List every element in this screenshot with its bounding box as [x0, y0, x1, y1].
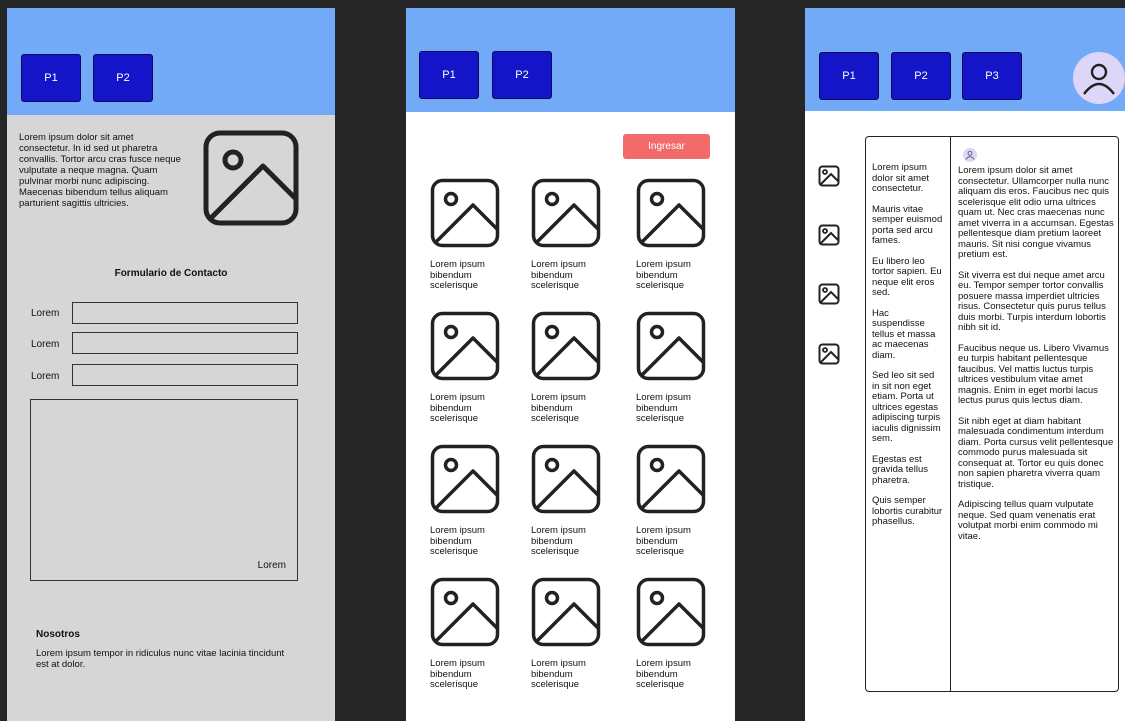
gallery-card[interactable]: Lorem ipsum bibendum scelerisque — [430, 577, 510, 691]
author-avatar — [963, 148, 977, 162]
header-bar: P1 P2 — [7, 8, 335, 115]
screen-article: P1 P2 P3 Lorem ipsum dolor sit amet cons… — [805, 8, 1125, 721]
paragraph: Egestas est gravida tellus pharetra. — [872, 453, 928, 486]
gallery-card[interactable]: Lorem ipsum bibendum scelerisque — [430, 311, 510, 425]
screen-contact: P1 P2 Lorem ipsum dolor sit amet consect… — [7, 8, 335, 721]
card-caption: Lorem ipsum bibendum scelerisque — [636, 392, 691, 424]
paragraph: Lorem ipsum dolor sit amet consectetur. … — [958, 165, 1114, 260]
paragraph: Quis semper lobortis curabitur phasellus… — [872, 495, 943, 527]
sidebar-image-icon[interactable] — [818, 224, 840, 246]
nav-p2-button[interactable]: P2 — [93, 54, 153, 102]
image-icon — [636, 577, 706, 647]
user-icon — [1083, 63, 1115, 95]
paragraph: Hac suspendisse tellus et massa ac maece… — [872, 307, 936, 361]
screen-gallery: P1 P2 Ingresar Lorem ipsum bibendum scel… — [406, 8, 735, 721]
card-caption: Lorem ipsum bibendum scelerisque — [636, 259, 691, 291]
message-label: Lorem — [257, 560, 286, 571]
gallery-card[interactable]: Lorem ipsum bibendum scelerisque — [531, 178, 611, 292]
column-divider — [950, 137, 951, 691]
about-title: Nosotros — [36, 629, 80, 640]
card-caption: Lorem ipsum bibendum scelerisque — [636, 525, 691, 557]
gallery-card[interactable]: Lorem ipsum bibendum scelerisque — [430, 178, 510, 292]
card-caption: Lorem ipsum bibendum scelerisque — [531, 392, 586, 424]
gallery-card[interactable]: Lorem ipsum bibendum scelerisque — [531, 311, 611, 425]
gallery-card[interactable]: Lorem ipsum bibendum scelerisque — [636, 444, 716, 558]
message-textarea[interactable]: Lorem — [30, 399, 298, 581]
gallery-card[interactable]: Lorem ipsum bibendum scelerisque — [636, 577, 716, 691]
nav-p2-button[interactable]: P2 — [492, 51, 552, 99]
image-icon — [430, 577, 500, 647]
image-icon — [531, 577, 601, 647]
gallery-card[interactable]: Lorem ipsum bibendum scelerisque — [531, 577, 611, 691]
sidebar-image-icon[interactable] — [818, 343, 840, 365]
paragraph: Sit nibh eget at diam habitant malesuada… — [958, 415, 1114, 490]
gallery-card[interactable]: Lorem ipsum bibendum scelerisque — [531, 444, 611, 558]
gallery-card[interactable]: Lorem ipsum bibendum scelerisque — [636, 178, 716, 292]
image-icon — [531, 311, 601, 381]
sidebar-image-icon[interactable] — [818, 165, 840, 187]
paragraph: Mauris vitae semper euismod porta sed ar… — [872, 203, 943, 246]
gallery-card[interactable]: Lorem ipsum bibendum scelerisque — [636, 311, 716, 425]
image-icon — [531, 444, 601, 514]
intro-text: Lorem ipsum dolor sit amet consectetur. … — [19, 132, 181, 209]
article-box: Lorem ipsum dolor sit amet consectetur. … — [865, 136, 1119, 692]
field-label: Lorem — [31, 308, 60, 319]
user-icon — [965, 150, 975, 160]
header-bar: P1 P2 — [406, 8, 735, 112]
card-caption: Lorem ipsum bibendum scelerisque — [636, 658, 691, 690]
nav-p3-button[interactable]: P3 — [962, 52, 1022, 100]
paragraph: Eu libero leo tortor sapien. Eu neque el… — [872, 255, 942, 298]
right-column: Lorem ipsum dolor sit amet consectetur. … — [958, 165, 1116, 552]
email-input[interactable] — [72, 332, 298, 354]
form-title: Formulario de Contacto — [114, 268, 228, 279]
gallery-card[interactable]: Lorem ipsum bibendum scelerisque — [430, 444, 510, 558]
left-column: Lorem ipsum dolor sit amet consectetur. … — [872, 162, 944, 538]
card-caption: Lorem ipsum bibendum scelerisque — [430, 259, 485, 291]
nav-p1-button[interactable]: P1 — [21, 54, 81, 102]
subject-input[interactable] — [72, 364, 298, 386]
image-icon — [636, 311, 706, 381]
image-icon — [430, 444, 500, 514]
image-icon — [636, 444, 706, 514]
image-icon — [430, 311, 500, 381]
paragraph: Adipiscing tellus quam vulputate neque. … — [958, 499, 1098, 542]
card-caption: Lorem ipsum bibendum scelerisque — [430, 525, 485, 557]
card-caption: Lorem ipsum bibendum scelerisque — [531, 658, 586, 690]
card-caption: Lorem ipsum bibendum scelerisque — [430, 392, 485, 424]
nav-p2-button[interactable]: P2 — [891, 52, 951, 100]
about-text: Lorem ipsum tempor in ridiculus nunc vit… — [36, 648, 285, 670]
image-icon — [430, 178, 500, 248]
header-bar: P1 P2 P3 — [805, 8, 1125, 111]
image-icon — [531, 178, 601, 248]
card-caption: Lorem ipsum bibendum scelerisque — [531, 259, 586, 291]
avatar[interactable] — [1073, 52, 1125, 104]
paragraph: Faucibus neque us. Libero Vivamus eu tur… — [958, 342, 1109, 406]
image-icon — [636, 178, 706, 248]
card-caption: Lorem ipsum bibendum scelerisque — [531, 525, 586, 557]
name-input[interactable] — [72, 302, 298, 324]
field-label: Lorem — [31, 339, 60, 350]
paragraph: Sit viverra est dui neque amet arcu eu. … — [958, 269, 1106, 333]
nav-p1-button[interactable]: P1 — [819, 52, 879, 100]
image-icon — [203, 130, 299, 226]
sidebar-image-icon[interactable] — [818, 283, 840, 305]
nav-p1-button[interactable]: P1 — [419, 51, 479, 99]
paragraph: Sed leo sit sed in sit non eget etiam. P… — [872, 370, 941, 444]
login-button[interactable]: Ingresar — [623, 134, 710, 159]
paragraph: Lorem ipsum dolor sit amet consectetur. — [872, 162, 930, 194]
card-caption: Lorem ipsum bibendum scelerisque — [430, 658, 485, 690]
field-label: Lorem — [31, 371, 60, 382]
